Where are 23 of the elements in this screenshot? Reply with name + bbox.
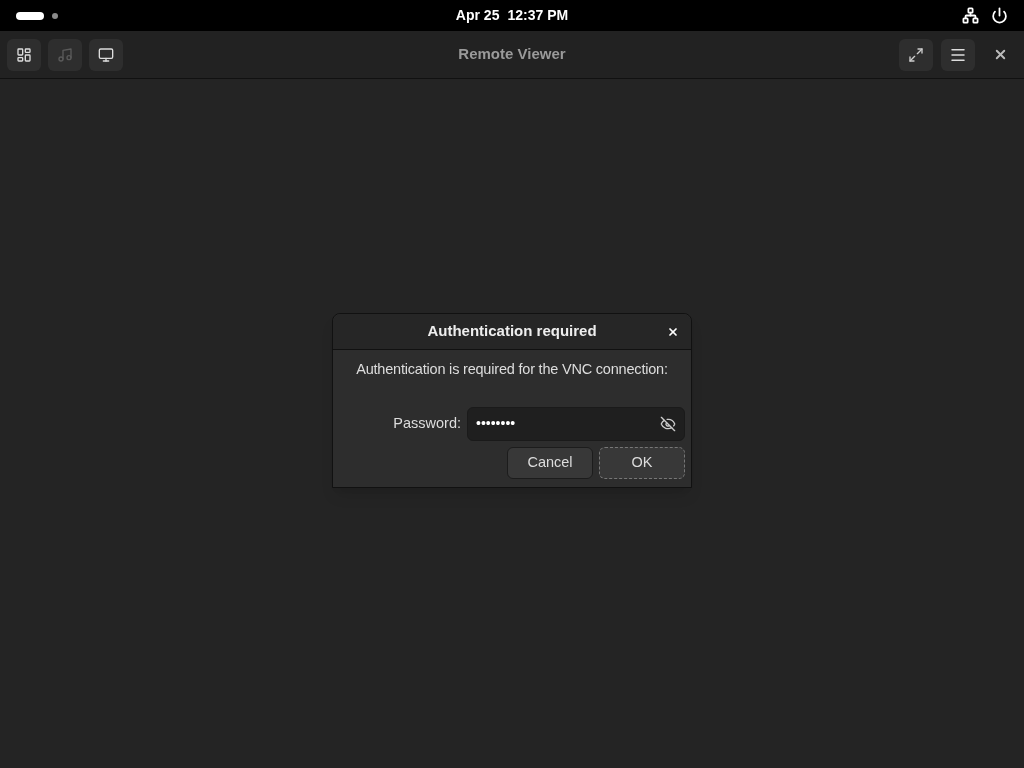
workspace-indicator[interactable] [16,11,44,20]
music-icon [57,46,73,63]
clock-time: 12:37 PM [507,6,569,25]
power-icon[interactable] [991,7,1008,24]
toolbar-button[interactable] [89,38,123,71]
menu-button[interactable] [941,38,975,71]
window-title: Remote Viewer [458,44,566,65]
dialog-button[interactable]: OK [599,446,685,479]
fullscreen-button[interactable] [899,38,933,71]
windows-icon [16,46,32,63]
dialog-button[interactable]: Cancel [507,446,593,479]
clock-date: Apr 25 [455,6,500,25]
password-label: Password: [393,414,461,433]
password-field[interactable]: •••••••• [467,406,685,441]
expand-icon [908,46,924,63]
monitor-icon [98,46,114,63]
close-icon [667,326,679,339]
workspace-indicator[interactable] [52,12,58,19]
reveal-icon[interactable] [660,415,676,432]
toolbar-button[interactable] [7,38,41,71]
dialog-title: Authentication required [427,321,597,342]
network-icon[interactable] [962,7,979,24]
dialog-message: Authentication is required for the VNC connection: [356,360,668,380]
